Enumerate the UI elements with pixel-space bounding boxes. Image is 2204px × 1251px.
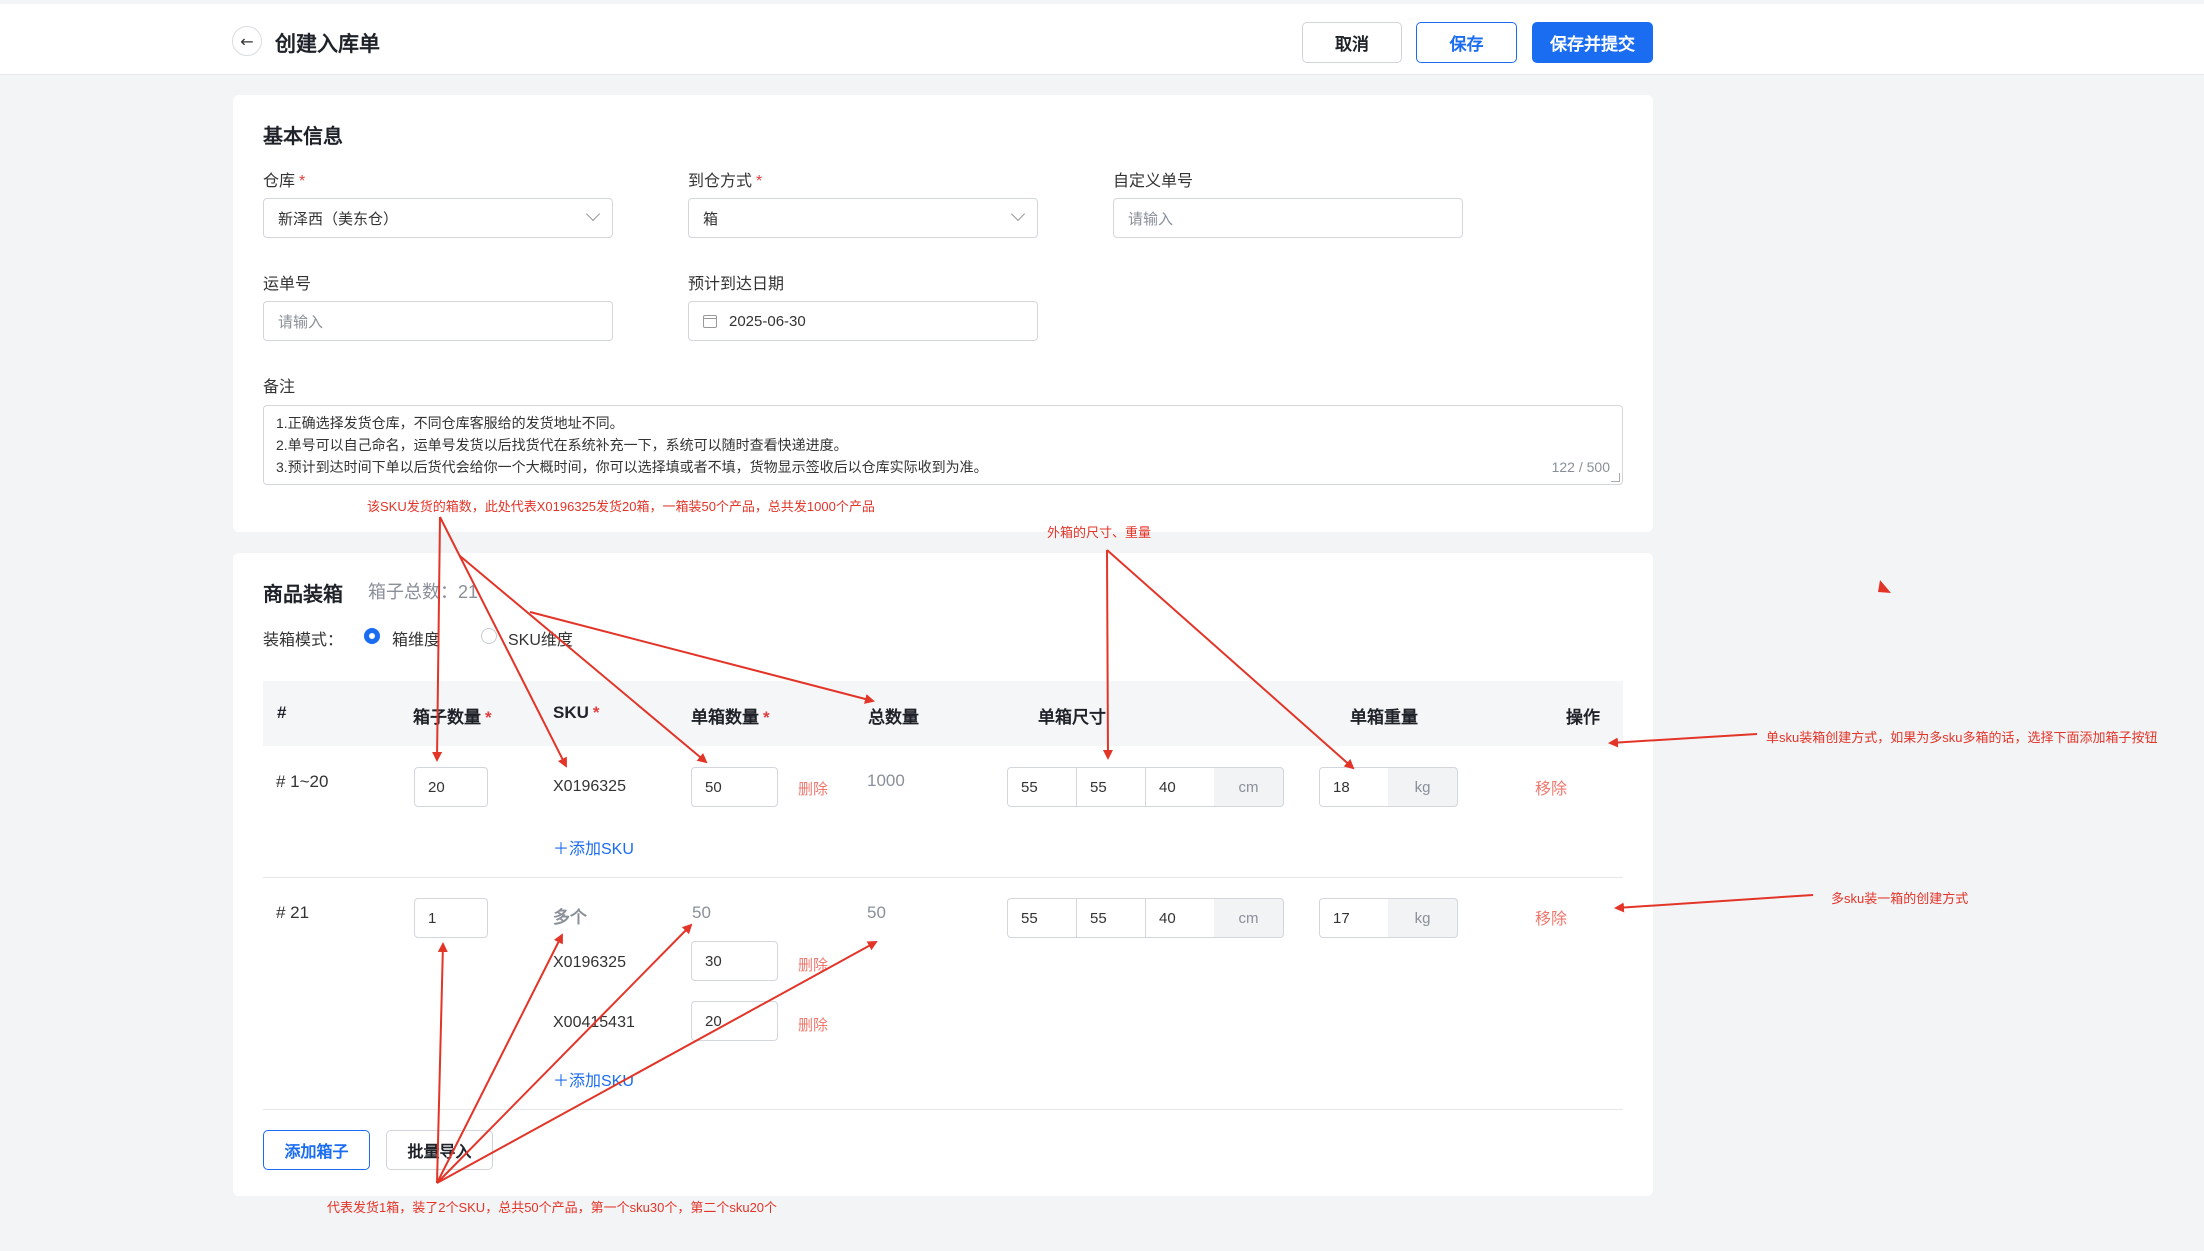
eta-date-picker[interactable]: 2025-06-30 [688, 301, 1038, 341]
col-sku: SKU * [553, 703, 600, 722]
col-index: # [277, 703, 287, 722]
radio-box-mode[interactable] [364, 628, 380, 644]
remark-line: 2.单号可以自己命名，运单号发货以后找货代在系统补充一下，系统可以随时查看快递进… [276, 437, 848, 453]
height-input[interactable]: 40 [1145, 898, 1215, 938]
warehouse-value: 新泽西（美东仓） [278, 210, 399, 228]
weight-unit: kg [1388, 767, 1458, 807]
table-header: # 箱子数量 * SKU * 单箱数量 * 总数量 单箱尺寸 单箱重量 操作 [263, 681, 1623, 746]
unit-qty-input[interactable]: 50 [691, 767, 778, 807]
sku-code: X0196325 [553, 954, 626, 971]
dim-unit: cm [1214, 767, 1284, 807]
add-sku-link[interactable]: ＋添加SKU [553, 835, 634, 859]
packing-title: 商品装箱 [263, 584, 343, 606]
waybill-input[interactable]: 请输入 [263, 301, 613, 341]
remark-line: 1.正确选择发货仓库，不同仓库客服给的发货地址不同。 [276, 415, 624, 431]
col-box-weight: 单箱重量 [1350, 708, 1418, 727]
save-button[interactable]: 保存 [1416, 22, 1517, 63]
col-box-dims: 单箱尺寸 [1038, 708, 1106, 727]
row-index: # 1~20 [276, 772, 329, 791]
radio-sku-mode[interactable] [481, 628, 497, 644]
total-qty: 1000 [867, 771, 905, 790]
length-input[interactable]: 55 [1007, 767, 1077, 807]
col-actions: 操作 [1566, 708, 1600, 727]
back-arrow-icon[interactable]: ← [232, 26, 262, 56]
box-total-count: 箱子总数：21 [368, 582, 479, 602]
stray-arrowhead [1878, 580, 1891, 593]
row-divider [263, 1109, 1623, 1110]
calendar-icon [703, 314, 717, 328]
remark-line: 3.预计到达时间下单以后货代会给你一个大概时间，你可以选择填或者不填，货物显示签… [276, 459, 988, 475]
waybill-label: 运单号 [263, 276, 312, 293]
sku-code: X0196325 [553, 778, 626, 795]
delete-sku-link[interactable]: 删除 [798, 1014, 828, 1035]
col-total-qty: 总数量 [868, 708, 919, 727]
warehouse-select[interactable]: 新泽西（美东仓） [263, 198, 613, 238]
sku-summary: 多个 [553, 908, 587, 927]
box-qty-input[interactable]: 1 [414, 898, 488, 938]
warehouse-label: 仓库 * [263, 173, 306, 190]
delete-sku-link[interactable]: 删除 [798, 954, 828, 975]
remove-row-link[interactable]: 移除 [1535, 775, 1567, 799]
radio-box-mode-label[interactable]: 箱维度 [392, 626, 440, 650]
arrival-method-select[interactable]: 箱 [688, 198, 1038, 238]
annotation-box-count: 该SKU发货的箱数，此处代表X0196325发货20箱，一箱装50个产品，总共发… [367, 499, 875, 514]
dim-unit: cm [1214, 898, 1284, 938]
sku-code: X00415431 [553, 1014, 635, 1031]
weight-input[interactable]: 18 [1319, 767, 1389, 807]
save-and-submit-button[interactable]: 保存并提交 [1532, 22, 1653, 63]
width-input[interactable]: 55 [1076, 767, 1146, 807]
chevron-down-icon [1010, 206, 1026, 222]
box-qty-input[interactable]: 20 [414, 767, 488, 807]
custom-number-label: 自定义单号 [1113, 173, 1194, 190]
height-input[interactable]: 40 [1145, 767, 1215, 807]
remove-row-link[interactable]: 移除 [1535, 905, 1567, 929]
unit-qty-input[interactable]: 30 [691, 941, 778, 981]
weight-input[interactable]: 17 [1319, 898, 1389, 938]
width-input[interactable]: 55 [1076, 898, 1146, 938]
annotation-multi-sku: 多sku装一箱的创建方式 [1831, 891, 1969, 906]
add-box-button[interactable]: 添加箱子 [263, 1130, 370, 1170]
top-bar: ← 创建入库单 取消 保存 保存并提交 [0, 4, 2204, 75]
remark-label: 备注 [263, 379, 296, 396]
add-sku-link[interactable]: ＋添加SKU [553, 1067, 634, 1091]
page-title: 创建入库单 [275, 33, 380, 56]
unit-qty-summary: 50 [692, 903, 711, 922]
cancel-button[interactable]: 取消 [1302, 22, 1402, 63]
row-divider [263, 877, 1623, 878]
arrival-method-label: 到仓方式 * [688, 173, 763, 190]
unit-qty-input[interactable]: 20 [691, 1001, 778, 1041]
row-index: # 21 [276, 903, 310, 922]
basic-info-title: 基本信息 [263, 126, 343, 148]
packing-mode-label: 装箱模式： [263, 632, 344, 649]
eta-label: 预计到达日期 [688, 276, 785, 293]
annotation-dims: 外箱的尺寸、重量 [1047, 525, 1152, 540]
annotation-single-sku: 单sku装箱创建方式，如果为多sku多箱的话，选择下面添加箱子按钮 [1766, 730, 2158, 745]
arrival-method-value: 箱 [703, 210, 719, 228]
radio-sku-mode-label[interactable]: SKU维度 [508, 626, 573, 650]
col-unit-qty: 单箱数量 * [691, 708, 770, 727]
total-qty: 50 [867, 903, 886, 922]
chevron-down-icon [585, 206, 601, 222]
custom-number-input[interactable]: 请输入 [1113, 198, 1463, 238]
annotation-bottom: 代表发货1箱，装了2个SKU，总共50个产品，第一个sku30个，第二个sku2… [327, 1200, 778, 1215]
col-box-qty: 箱子数量 * [413, 708, 492, 727]
batch-import-button[interactable]: 批量导入 [386, 1130, 493, 1170]
remark-textarea[interactable]: 1.正确选择发货仓库，不同仓库客服给的发货地址不同。 2.单号可以自己命名，运单… [263, 405, 1623, 485]
length-input[interactable]: 55 [1007, 898, 1077, 938]
basic-info-card: 基本信息 仓库 * 新泽西（美东仓） 到仓方式 * 箱 自定义单号 请输入 运单号 … [233, 95, 1653, 532]
packing-card: 商品装箱 箱子总数：21 装箱模式： 箱维度 SKU维度 # 箱子数量 * SKU… [233, 553, 1653, 1196]
eta-value: 2025-06-30 [729, 312, 806, 330]
weight-unit: kg [1388, 898, 1458, 938]
resize-handle-icon[interactable] [1611, 473, 1620, 482]
char-counter: 122 / 500 [1551, 459, 1610, 475]
delete-sku-link[interactable]: 删除 [798, 778, 828, 799]
